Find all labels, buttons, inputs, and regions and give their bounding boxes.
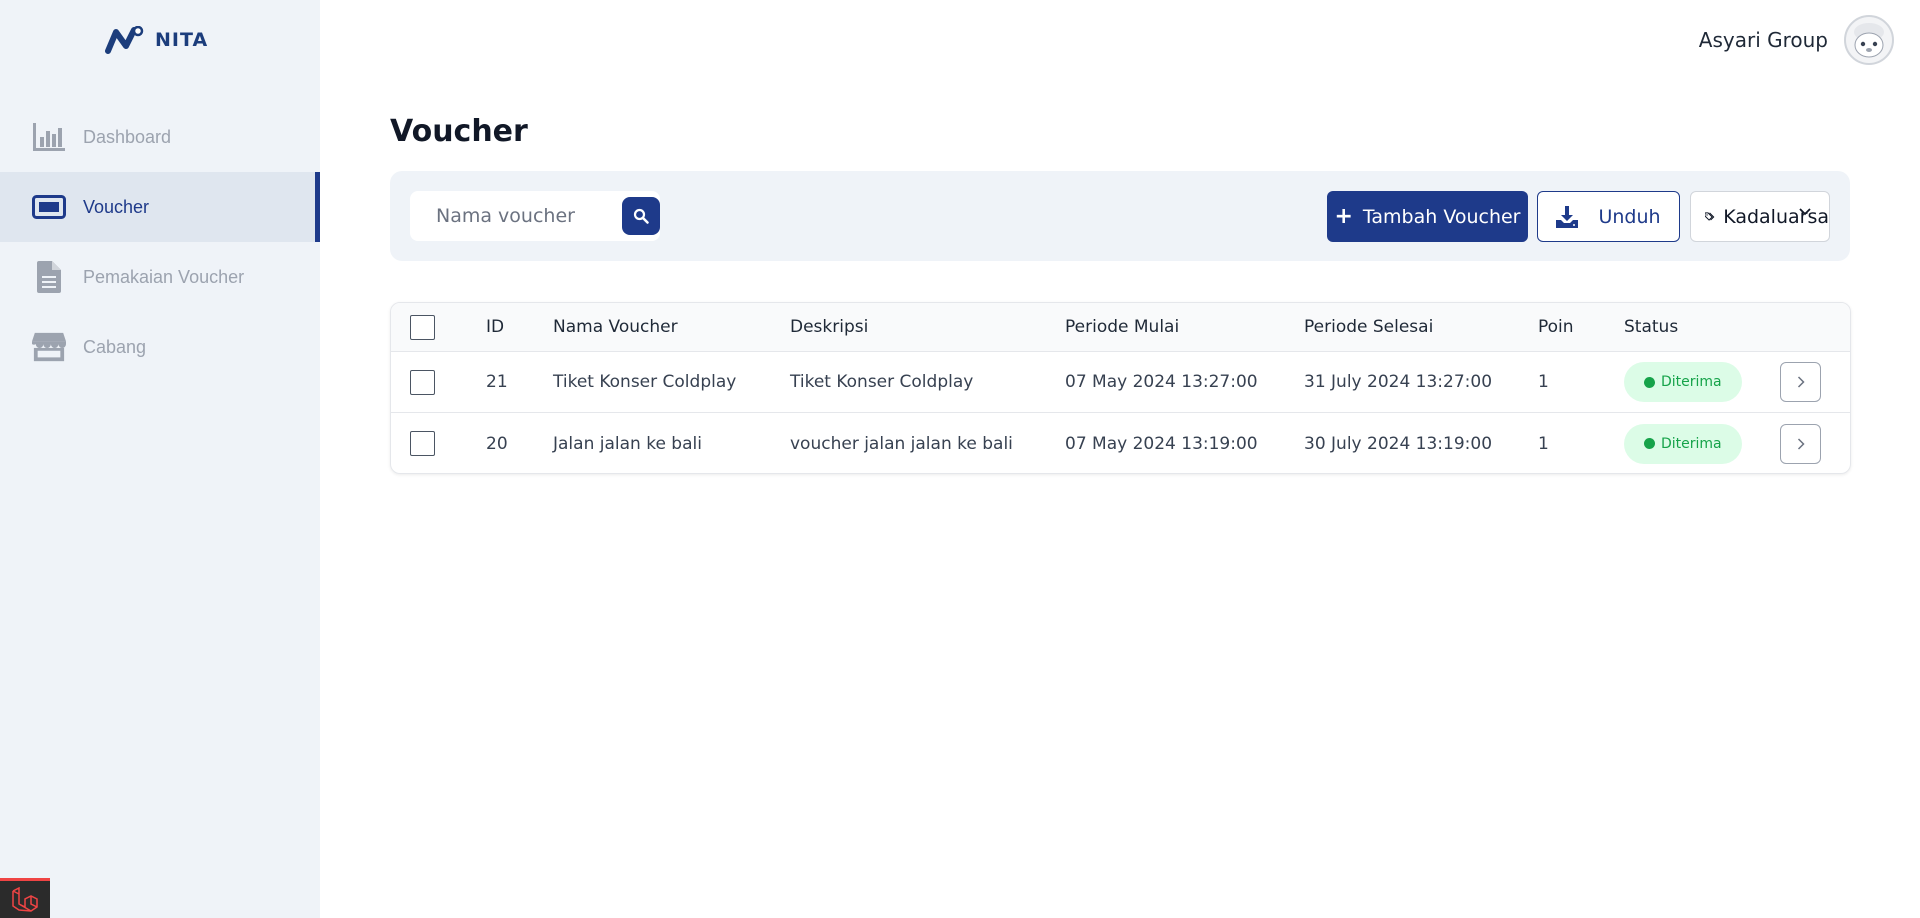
sidebar-item-label: Dashboard — [83, 126, 172, 147]
document-icon — [32, 260, 66, 294]
bar-chart-icon — [32, 120, 66, 154]
row-checkbox[interactable] — [410, 369, 435, 395]
status-badge: Diterima — [1624, 362, 1742, 402]
sidebar-item-pemakaian-voucher[interactable]: Pemakaian Voucher — [0, 242, 320, 312]
sidebar-item-label: Pemakaian Voucher — [83, 266, 245, 287]
cell-name: Tiket Konser Coldplay — [553, 372, 737, 392]
status-badge: Diterima — [1624, 423, 1742, 464]
cell-id: 20 — [486, 433, 508, 454]
sidebar-item-dashboard[interactable]: Dashboard — [0, 102, 320, 172]
sidebar-item-label: Voucher — [83, 196, 150, 217]
select-all-cell — [410, 303, 435, 351]
cell-name: Jalan jalan ke bali — [553, 433, 702, 454]
laravel-icon — [12, 886, 38, 912]
table-row: 20 Jalan jalan ke bali voucher jalan jal… — [391, 413, 1850, 473]
status-label: Diterima — [1661, 435, 1722, 452]
brand-logo[interactable]: NITA — [105, 26, 208, 54]
cell-points: 1 — [1538, 372, 1549, 392]
table-header: ID Nama Voucher Deskripsi Periode Mulai … — [391, 303, 1850, 352]
sidebar-item-cabang[interactable]: Cabang — [0, 312, 320, 382]
status-dot-icon — [1644, 438, 1655, 449]
download-button[interactable]: Unduh — [1537, 191, 1680, 242]
page-title: Voucher — [390, 114, 528, 149]
sidebar-item-label: Cabang — [83, 336, 147, 357]
avatar-icon — [1846, 17, 1892, 63]
toolbar: + Tambah Voucher Unduh Kadaluarsa — [390, 171, 1850, 261]
row-detail-button[interactable] — [1780, 423, 1821, 464]
row-checkbox-cell — [410, 352, 435, 412]
row-checkbox-cell — [410, 413, 435, 473]
brand-name: NITA — [155, 29, 209, 51]
action-cell — [1780, 413, 1821, 473]
column-header-id[interactable]: ID — [486, 303, 504, 351]
cell-id: 21 — [486, 372, 508, 392]
status-cell: Diterima — [1624, 413, 1742, 473]
table-row: 21 Tiket Konser Coldplay Tiket Konser Co… — [391, 352, 1850, 413]
status-label: Diterima — [1661, 374, 1722, 390]
cell-start: 07 May 2024 13:27:00 — [1065, 372, 1258, 392]
cell-start: 07 May 2024 13:19:00 — [1065, 433, 1258, 454]
action-cell — [1780, 352, 1821, 412]
chevron-right-icon — [1797, 376, 1805, 388]
cell-description: Tiket Konser Coldplay — [790, 372, 974, 392]
plus-icon: + — [1334, 203, 1353, 229]
column-header-description[interactable]: Deskripsi — [790, 303, 868, 351]
search-box — [410, 191, 660, 241]
select-all-checkbox[interactable] — [410, 314, 435, 340]
store-icon — [32, 330, 66, 364]
debug-toolbar-button[interactable] — [0, 878, 50, 918]
nita-logo-icon — [105, 26, 144, 54]
column-header-name[interactable]: Nama Voucher — [553, 303, 678, 351]
row-detail-button[interactable] — [1780, 362, 1821, 402]
voucher-table: ID Nama Voucher Deskripsi Periode Mulai … — [390, 302, 1851, 474]
sidebar-item-voucher[interactable]: Voucher — [0, 172, 320, 242]
expiry-filter-value: Kadaluarsa — [1723, 205, 1829, 228]
download-icon — [1556, 205, 1579, 228]
status-dot-icon — [1644, 376, 1655, 388]
cell-points: 1 — [1538, 433, 1549, 454]
avatar[interactable] — [1844, 15, 1894, 65]
cell-description: voucher jalan jalan ke bali — [790, 433, 1013, 454]
user-menu[interactable]: Asyari Group — [1699, 15, 1894, 65]
column-header-points[interactable]: Poin — [1538, 303, 1574, 351]
column-header-end[interactable]: Periode Selesai — [1304, 303, 1433, 351]
sidebar: NITA Dashboard Voucher Pemakaian Voucher… — [0, 0, 320, 918]
tags-icon — [1705, 211, 1715, 221]
add-voucher-label: Tambah Voucher — [1362, 205, 1521, 228]
expiry-filter-select[interactable]: Kadaluarsa — [1690, 191, 1830, 242]
row-checkbox[interactable] — [410, 431, 435, 456]
ticket-icon — [32, 190, 66, 224]
sidebar-nav: Dashboard Voucher Pemakaian Voucher Caba… — [0, 102, 320, 382]
search-icon — [633, 208, 649, 224]
user-name: Asyari Group — [1698, 28, 1828, 52]
chevron-right-icon — [1797, 437, 1805, 450]
cell-end: 31 July 2024 13:27:00 — [1304, 372, 1493, 392]
status-cell: Diterima — [1624, 352, 1742, 412]
search-button[interactable] — [622, 197, 660, 235]
search-input[interactable] — [410, 191, 610, 241]
download-label: Unduh — [1598, 205, 1661, 228]
column-header-start[interactable]: Periode Mulai — [1065, 303, 1179, 351]
chevron-down-icon — [1799, 208, 1811, 216]
column-header-status[interactable]: Status — [1624, 303, 1678, 351]
add-voucher-button[interactable]: + Tambah Voucher — [1327, 191, 1528, 242]
cell-end: 30 July 2024 13:19:00 — [1304, 433, 1493, 454]
